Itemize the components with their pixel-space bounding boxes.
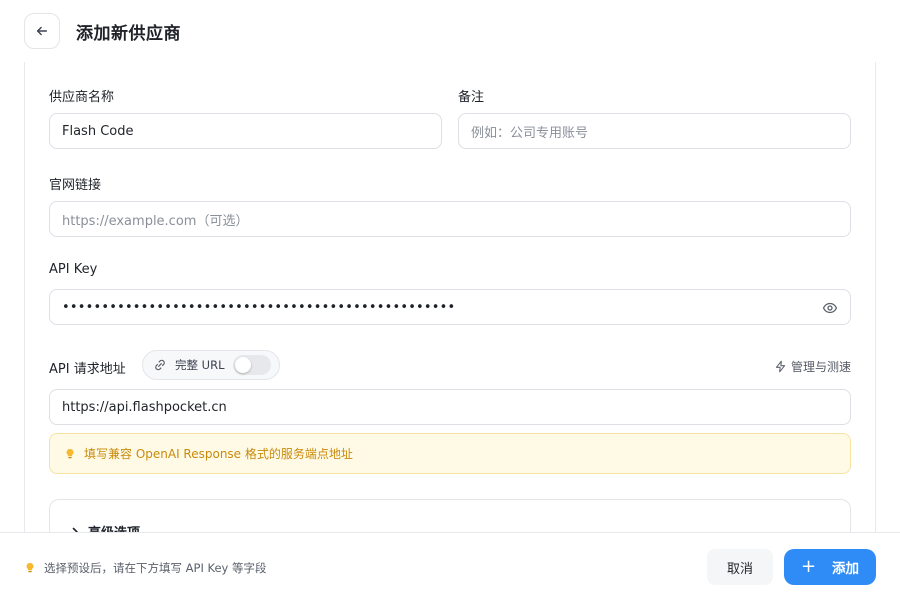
link-icon	[155, 359, 165, 371]
manage-speedtest-link[interactable]: 管理与测速	[774, 358, 851, 375]
cancel-button[interactable]: 取消	[707, 549, 773, 585]
note-input[interactable]: 例如：公司专用账号	[458, 113, 851, 149]
plus-icon: +	[800, 556, 817, 577]
eye-icon[interactable]	[822, 300, 838, 316]
full-url-switch[interactable]	[233, 355, 271, 375]
endpoint-label: API 请求地址	[49, 362, 126, 377]
advanced-options-label: 高级选项	[88, 522, 140, 532]
api-key-input[interactable]: ••••••••••••••••••••••••••••••••••••••••…	[49, 289, 851, 325]
footer: 选择预设后，请在下方填写 API Key 等字段 取消 + 添加	[0, 532, 900, 600]
website-label: 官网链接	[49, 178, 102, 193]
full-url-label: 完整 URL	[175, 358, 225, 372]
endpoint-tip-text: 填写兼容 OpenAI Response 格式的服务端点地址	[84, 447, 353, 461]
note-label: 备注	[458, 90, 485, 105]
website-input[interactable]: https://example.com（可选）	[49, 201, 851, 237]
footer-hint-text: 选择预设后，请在下方填写 API Key 等字段	[44, 561, 267, 575]
lightbulb-icon	[26, 562, 34, 573]
footer-hint: 选择预设后，请在下方填写 API Key 等字段	[24, 560, 267, 576]
back-button[interactable]	[24, 13, 60, 49]
advanced-options-section[interactable]: 高级选项	[49, 499, 851, 532]
lightning-icon	[775, 360, 786, 373]
endpoint-input[interactable]: https://api.flashpocket.cn	[49, 389, 851, 425]
provider-name-input[interactable]: Flash Code	[49, 113, 442, 149]
arrow-left-icon	[36, 26, 48, 36]
full-url-toggle[interactable]: 完整 URL	[142, 350, 280, 380]
api-key-value: ••••••••••••••••••••••••••••••••••••••••…	[62, 299, 456, 315]
header: 添加新供应商	[0, 0, 900, 62]
page-title: 添加新供应商	[76, 23, 181, 44]
switch-knob	[235, 357, 251, 373]
add-button-label: 添加	[832, 561, 860, 577]
provider-name-label: 供应商名称	[49, 90, 115, 105]
add-button[interactable]: + 添加	[784, 549, 876, 585]
endpoint-tip: 填写兼容 OpenAI Response 格式的服务端点地址	[49, 433, 851, 474]
manage-speedtest-label: 管理与测速	[790, 360, 851, 374]
api-key-label: API Key	[49, 262, 98, 277]
advanced-options-header[interactable]: 高级选项	[70, 522, 140, 532]
lightbulb-icon	[66, 448, 74, 458]
form-panel: 供应商名称 Flash Code 备注 例如：公司专用账号 官网链接 https…	[24, 62, 876, 532]
